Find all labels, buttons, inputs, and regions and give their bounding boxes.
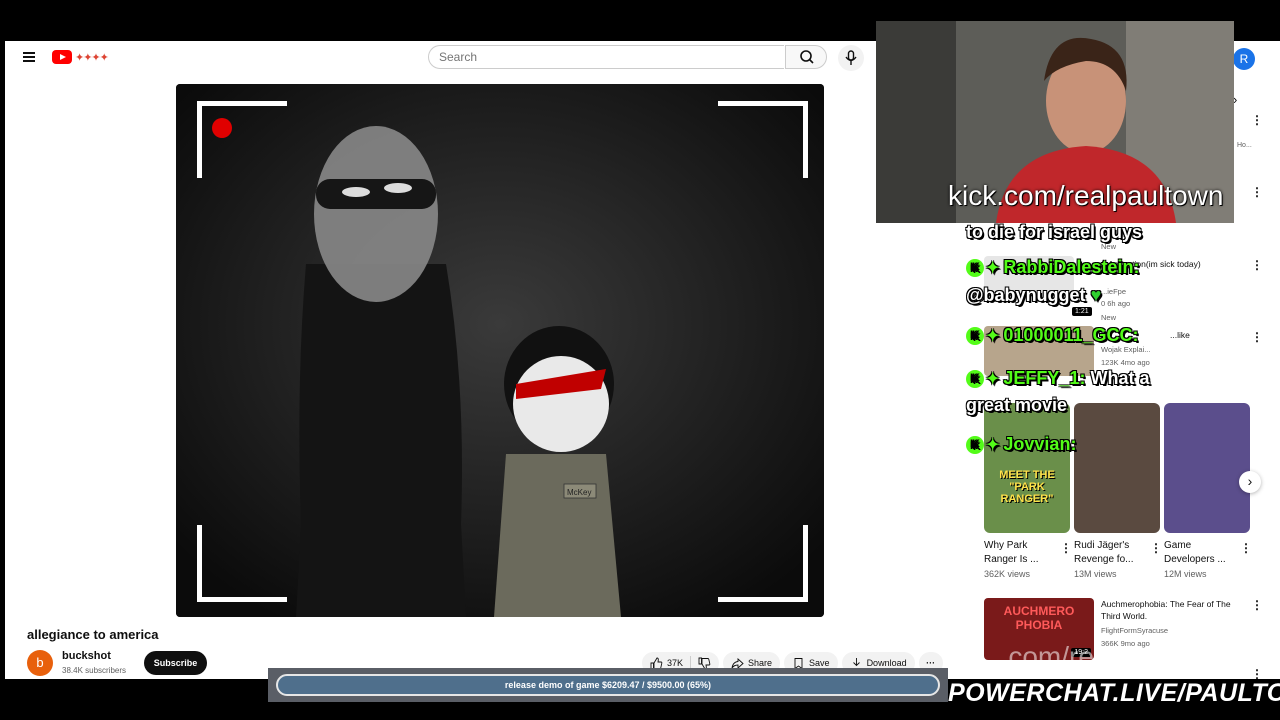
soldier-name-tag: McKey <box>567 488 591 497</box>
viewfinder-corner-tl <box>197 101 287 178</box>
channel-name: ...ieFpe <box>1101 287 1127 296</box>
search-button[interactable] <box>785 45 827 69</box>
short-title: Game Developers ... <box>1164 540 1226 565</box>
download-label: Download <box>866 658 907 668</box>
more-vertical-icon[interactable]: ⋮ <box>1251 598 1263 612</box>
video-title: Auchmerophobia: The Fear of The Third Wo… <box>1101 599 1231 621</box>
more-vertical-icon[interactable]: ⋮ <box>1240 541 1252 555</box>
chat-username: 01000011_GCC: <box>1003 325 1139 345</box>
kick-badge-icon: K <box>966 436 984 455</box>
youtube-play-icon <box>52 50 72 64</box>
search-input[interactable] <box>428 45 784 69</box>
voice-search-button[interactable] <box>838 45 864 71</box>
ghost-url-text: ...com/re <box>985 641 1094 672</box>
webcam-url-label: kick.com/realpaultown <box>948 180 1224 211</box>
menu-icon[interactable] <box>23 52 35 62</box>
short-item[interactable]: Game Developers ... 12M views <box>1164 403 1250 579</box>
video-meta: 0 6h ago <box>1101 299 1131 308</box>
chat-text: to die for israel guys <box>966 222 1143 242</box>
channel-name[interactable]: buckshot <box>62 650 111 662</box>
short-title: Rudi Jäger's Revenge fo... <box>1074 540 1134 565</box>
badge-new: New <box>1101 242 1117 251</box>
short-thumbnail <box>1074 403 1160 533</box>
kick-badge-icon: K <box>966 259 984 278</box>
sub-badge-icon: ✦ <box>986 260 1000 278</box>
chat-line: K ✦ JEFFY_1: What a <box>966 368 1149 389</box>
video-meta: 123K 4mo ago <box>1101 358 1150 367</box>
short-views: 362K views <box>984 569 1031 579</box>
viewfinder-corner-br <box>718 525 808 602</box>
doodle-figures-icon: ✦✦✦✦ <box>75 51 109 64</box>
chat-line: K ✦ 01000011_GCC: <box>966 325 1139 346</box>
chat-text: What a <box>1090 368 1150 388</box>
channel-name: Wojak Explai... <box>1101 345 1151 354</box>
short-views: 13M views <box>1074 569 1117 579</box>
powerchat-banner: POWERCHAT.LIVE/PAULTOWN <box>948 679 1280 707</box>
subscriber-count: 38.4K subscribers <box>62 666 127 675</box>
shorts-next-button[interactable]: › <box>1239 471 1261 493</box>
kick-badge-icon: K <box>966 327 984 346</box>
chat-line: to die for israel guys <box>966 222 1142 243</box>
video-title: allegiance to america <box>27 627 159 642</box>
short-thumbnail: MEET THE "PARK RANGER" <box>984 403 1070 533</box>
more-vertical-icon[interactable]: ⋮ <box>1251 330 1263 344</box>
chat-line: @babynugget ♥ <box>966 285 1101 306</box>
youtube-logo[interactable]: ✦✦✦✦ <box>52 50 109 64</box>
chevron-right-icon: › <box>1247 473 1253 489</box>
more-horizontal-icon: ··· <box>926 658 936 668</box>
more-vertical-icon[interactable]: ⋮ <box>1251 258 1263 272</box>
microphone-icon <box>845 50 857 65</box>
video-meta: 366K 9mo ago <box>1101 639 1150 648</box>
more-vertical-icon[interactable]: ⋮ <box>1251 185 1263 199</box>
more-vertical-icon[interactable]: ⋮ <box>1150 541 1162 555</box>
channel-avatar[interactable]: b <box>27 650 53 676</box>
chat-line: K ✦ RabbiDalestein: <box>966 257 1139 278</box>
video-duration: 1:21 <box>1072 307 1092 316</box>
video-title: ...like <box>1170 330 1190 340</box>
short-thumbnail <box>1164 403 1250 533</box>
subscribe-button[interactable]: Subscribe <box>144 651 207 675</box>
save-label: Save <box>809 658 830 668</box>
sub-badge-icon: ✦ <box>986 371 1000 389</box>
more-vertical-icon[interactable]: ⋮ <box>1060 541 1072 555</box>
green-heart-icon: ♥ <box>1090 285 1102 305</box>
sub-badge-icon: ✦ <box>986 437 1000 455</box>
chat-username: JEFFY_1: <box>1003 368 1086 388</box>
like-count: 37K <box>667 658 684 668</box>
chat-line: great movie <box>966 395 1067 416</box>
share-label: Share <box>748 658 773 668</box>
donation-goal-text: release demo of game $6209.47 / $9500.00… <box>504 680 712 690</box>
chat-text: great movie <box>966 395 1068 415</box>
chat-username: Jovvian: <box>1003 434 1077 454</box>
sub-badge-icon: ✦ <box>986 328 1000 346</box>
short-title: Why Park Ranger Is ... <box>984 540 1039 565</box>
viewfinder-corner-bl <box>197 525 287 602</box>
short-views: 12M views <box>1164 569 1207 579</box>
short-item[interactable]: Rudi Jäger's Revenge fo... 13M views <box>1074 403 1160 579</box>
chat-line: K ✦ Jovvian: <box>966 434 1076 455</box>
donation-goal-bar: release demo of game $6209.47 / $9500.00… <box>276 674 940 696</box>
sidebar-partial-text: Ho... <box>1237 142 1252 149</box>
more-vertical-icon[interactable]: ⋮ <box>1251 667 1263 679</box>
channel-name: FlightFormSyracuse <box>1101 626 1169 635</box>
more-vertical-icon[interactable]: ⋮ <box>1251 113 1263 127</box>
kick-badge-icon: K <box>966 370 984 389</box>
thumbnail-text: AUCHMERO PHOBIA <box>1003 604 1075 632</box>
viewfinder-corner-tr <box>718 101 808 178</box>
short-thumbnail-text: MEET THE "PARK RANGER" <box>999 469 1055 505</box>
chat-text: @babynugget <box>966 285 1086 305</box>
chat-username: RabbiDalestein: <box>1003 257 1140 277</box>
video-player[interactable]: McKey <box>176 84 824 617</box>
search-icon <box>800 50 814 64</box>
short-item[interactable]: MEET THE "PARK RANGER" Why Park Ranger I… <box>984 403 1070 579</box>
badge-new: New <box>1101 313 1117 322</box>
